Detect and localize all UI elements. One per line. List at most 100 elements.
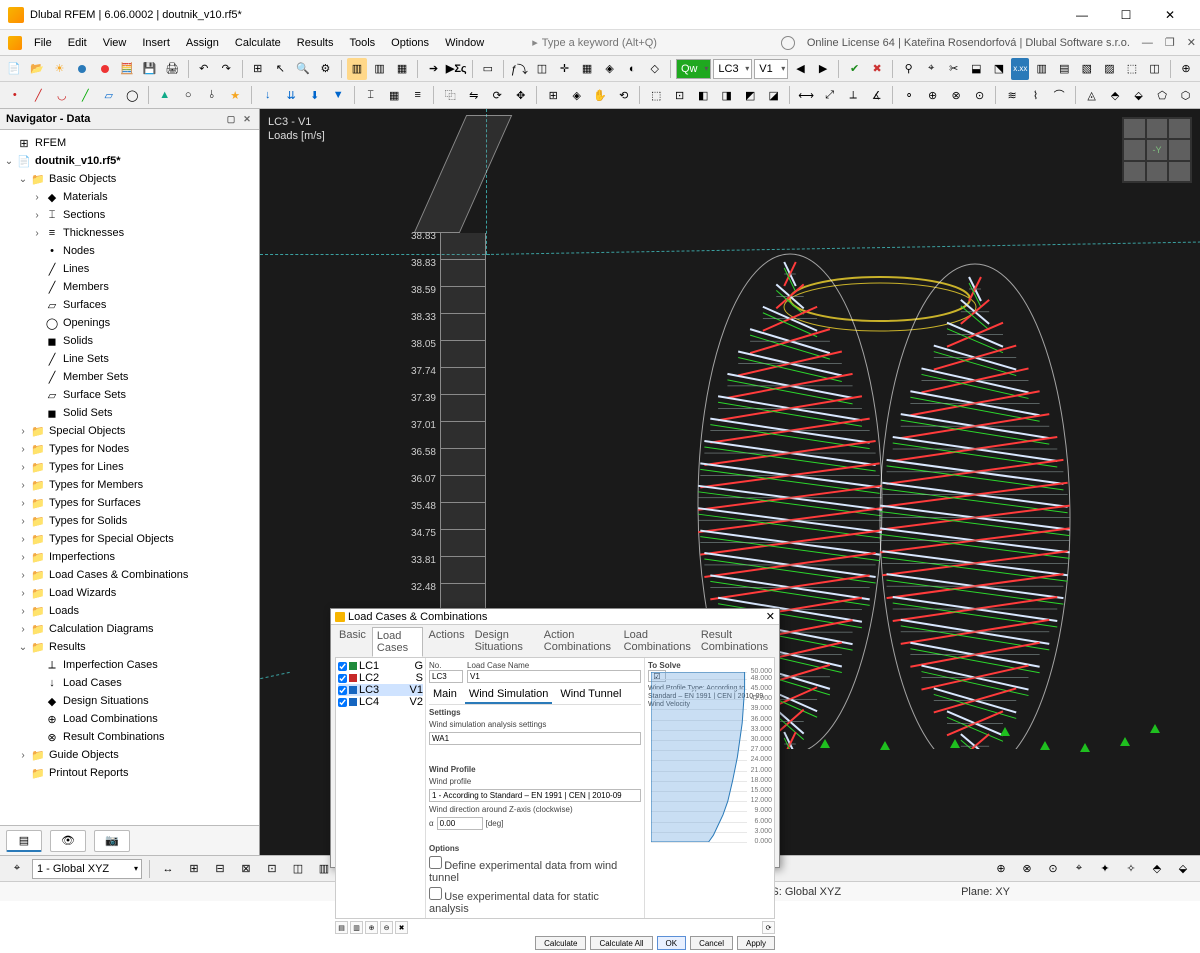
section-tool-icon[interactable]: ⌶ [360,84,382,106]
tree-item[interactable]: ›◆Materials [0,188,259,206]
redo-button[interactable]: ↷ [216,58,237,80]
tool-i-icon[interactable]: ▨ [1099,58,1120,80]
res-2-icon[interactable]: ⊡ [669,84,691,106]
tree-item[interactable]: ›📁Types for Surfaces [0,494,259,512]
menu-file[interactable]: File [26,33,60,53]
cs-reference-combo[interactable]: 1 - Global XYZ [32,859,142,879]
load-1-icon[interactable]: ↓ [257,84,279,106]
menubar-close-icon[interactable]: ✕ [1187,36,1196,49]
spring-tool-icon[interactable]: ⫰ [201,84,223,106]
misc-3-icon[interactable]: ⊗ [945,84,967,106]
navigator-close-icon[interactable]: ✕ [241,113,253,125]
st-4-icon[interactable]: ⊠ [235,858,257,880]
lc-combo[interactable]: LC3 [713,59,752,79]
next-lc-button[interactable]: ▶ [813,58,834,80]
tree-item[interactable]: ╱Member Sets [0,368,259,386]
tree-item[interactable]: ›📁Types for Special Objects [0,530,259,548]
misc-5-icon[interactable]: ≋ [1001,84,1023,106]
dialog-tab[interactable]: Action Combinations [540,627,618,657]
res-4-icon[interactable]: ◨ [716,84,738,106]
tree-item[interactable]: ›📁Calculation Diagrams [0,620,259,638]
st-r1-icon[interactable]: ⊕ [990,858,1012,880]
zoom-icon[interactable]: 🔍 [293,58,314,80]
res-1-icon[interactable]: ⬚ [645,84,667,106]
ortho-icon[interactable]: ◫ [532,58,553,80]
grid-icon[interactable]: ▦ [577,58,598,80]
member-tool-icon[interactable]: ╱ [75,84,97,106]
qw-combo[interactable]: Qw [676,59,711,79]
tree-item[interactable]: ↓Load Cases [0,674,259,692]
tree-item[interactable]: ›📁Loads [0,602,259,620]
st-r3-icon[interactable]: ⊙ [1042,858,1064,880]
load-4-icon[interactable]: ▼ [327,84,349,106]
menubar-minimize-icon[interactable]: — [1142,37,1153,49]
panel-1-icon[interactable]: ▥ [347,58,368,80]
tree-item[interactable]: ›📁Imperfections [0,548,259,566]
tree-item[interactable]: ›📁Types for Nodes [0,440,259,458]
st-r4-icon[interactable]: ⌖ [1068,858,1090,880]
close-button[interactable]: ✕ [1148,1,1192,29]
st-3-icon[interactable]: ⊟ [209,858,231,880]
node-tool-icon[interactable]: • [4,84,26,106]
tree-item[interactable]: •Nodes [0,242,259,260]
menu-window[interactable]: Window [437,33,492,53]
pan-icon[interactable]: ✋ [589,84,611,106]
dlg-tool-4[interactable]: ⊖ [380,921,393,934]
st-1-icon[interactable]: ↔ [157,858,179,880]
dialog-tab[interactable]: Design Situations [471,627,538,657]
tool-b-icon[interactable]: ⌖ [921,58,942,80]
open-file-button[interactable]: 📂 [27,58,48,80]
move-tool-icon[interactable]: ✥ [510,84,532,106]
tree-item[interactable]: ›⌶Sections [0,206,259,224]
opt1-checkbox[interactable]: Define experimental data from wind tunne… [429,856,641,884]
menubar-restore-icon[interactable]: ❐ [1165,36,1175,49]
dialog-close-icon[interactable]: ✕ [766,610,775,623]
misc-6-icon[interactable]: ⌇ [1025,84,1047,106]
st-r8-icon[interactable]: ⬙ [1172,858,1194,880]
material-tool-icon[interactable]: ▦ [383,84,405,106]
tree-item[interactable]: ⌄📁Results [0,638,259,656]
tool-j-icon[interactable]: ⬚ [1122,58,1143,80]
prev-lc-button[interactable]: ◀ [790,58,811,80]
tree-item[interactable]: ▱Surface Sets [0,386,259,404]
undo-button[interactable]: ↶ [193,58,214,80]
print-button[interactable]: 🖨 [162,58,183,80]
cursor-icon[interactable]: ↖ [270,58,291,80]
tree-item[interactable]: ›📁Types for Solids [0,512,259,530]
blue-tool-icon[interactable] [72,58,93,80]
rotate-tool-icon[interactable]: ⟳ [486,84,508,106]
tool-f-icon[interactable]: ▥ [1031,58,1052,80]
menu-results[interactable]: Results [289,33,342,53]
arrow-icon[interactable]: ➔ [423,58,444,80]
line-tool-icon[interactable]: ╱ [28,84,50,106]
v-combo[interactable]: V1 [754,59,788,79]
misc-10-icon[interactable]: ⬙ [1128,84,1150,106]
menu-view[interactable]: View [95,33,135,53]
tree-item[interactable]: ⟂Imperfection Cases [0,656,259,674]
st-r2-icon[interactable]: ⊗ [1016,858,1038,880]
tool-h-icon[interactable]: ▧ [1077,58,1098,80]
dialog-tab[interactable]: Actions [425,627,469,657]
dialog-button-cancel[interactable]: Cancel [690,936,733,950]
menu-calculate[interactable]: Calculate [227,33,289,53]
dialog-tab[interactable]: Basic [335,627,370,657]
keyword-search[interactable]: ▸ [532,36,682,49]
misc-7-icon[interactable]: ⌒ [1048,84,1070,106]
lcname-field[interactable]: V1 [467,670,641,683]
st-6-icon[interactable]: ◫ [287,858,309,880]
tool-e-icon[interactable]: ⬔ [989,58,1010,80]
dialog-tab[interactable]: Load Combinations [620,627,695,657]
dim-2-icon[interactable]: ⤢ [819,84,841,106]
ortho2-icon[interactable]: ⊞ [542,84,564,106]
tree-item[interactable]: ›≡Thicknesses [0,224,259,242]
dialog-button-apply[interactable]: Apply [737,936,775,950]
iso-icon[interactable]: ◈ [566,84,588,106]
minimize-button[interactable]: — [1060,1,1104,29]
copy-tool-icon[interactable]: ⿻ [439,84,461,106]
tree-item[interactable]: ›📁Guide Objects [0,746,259,764]
dlg-tool-2[interactable]: ▥ [350,921,363,934]
dialog-subtab[interactable]: Wind Tunnel [556,686,625,704]
calc-icon[interactable]: 🧮 [117,58,138,80]
tree-item[interactable]: ⊞RFEM [0,134,259,152]
dlg-tool-6[interactable]: ⟳ [762,921,775,934]
